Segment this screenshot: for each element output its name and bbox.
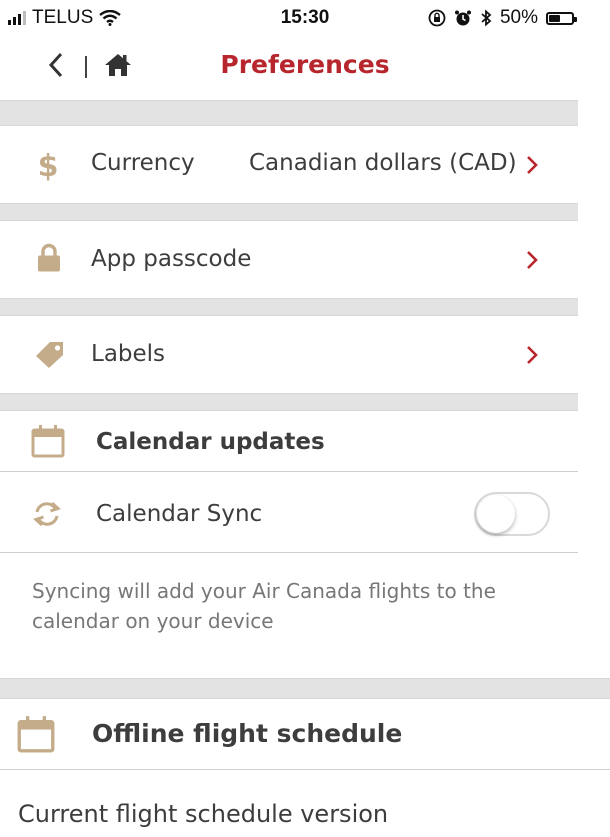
calendar-icon <box>31 425 65 458</box>
nav-bar: Preferences <box>0 36 610 100</box>
status-bar: TELUS 15:30 50% <box>0 0 610 36</box>
battery-level <box>549 14 560 22</box>
chevron-right-icon <box>527 251 538 269</box>
section-separator <box>0 100 578 126</box>
status-right: 50% <box>428 7 577 29</box>
sync-icon <box>33 501 61 527</box>
currency-label: Currency <box>91 150 195 176</box>
section-separator <box>0 678 610 699</box>
calendar-updates-header: Calendar updates <box>0 411 578 471</box>
calendar-sync-label: Calendar Sync <box>96 501 263 527</box>
section-separator <box>0 203 578 221</box>
dollar-icon: $ <box>38 149 59 182</box>
orientation-lock-icon <box>428 9 446 27</box>
chevron-right-icon <box>527 156 538 174</box>
currency-value: Canadian dollars (CAD) <box>249 150 517 176</box>
tag-icon <box>36 342 63 368</box>
schedule-version-label: Current flight schedule version <box>18 800 389 828</box>
calendar-sync-note: Syncing will add your Air Canada flights… <box>32 579 496 633</box>
toggle-knob <box>477 495 515 533</box>
calendar-sync-toggle[interactable] <box>474 492 550 536</box>
app-passcode-label: App passcode <box>91 246 252 272</box>
alarm-icon <box>454 10 471 26</box>
calendar-updates-title: Calendar updates <box>96 429 325 455</box>
labels-label: Labels <box>91 341 166 367</box>
row-divider <box>0 552 578 553</box>
row-divider <box>0 769 610 770</box>
bluetooth-icon <box>481 9 492 27</box>
page-title: Preferences <box>220 50 390 79</box>
currency-row[interactable]: $ Currency Canadian dollars (CAD) <box>0 126 578 203</box>
battery-icon <box>546 11 577 25</box>
labels-row[interactable]: Labels <box>0 316 578 393</box>
chevron-right-icon <box>527 346 538 364</box>
app-passcode-row[interactable]: App passcode <box>0 221 578 298</box>
calendar-icon <box>17 716 55 753</box>
svg-text:$: $ <box>38 149 59 182</box>
section-separator <box>0 393 578 411</box>
offline-schedule-title: Offline flight schedule <box>92 719 403 748</box>
lock-icon <box>38 243 60 272</box>
battery-percent: 50% <box>499 7 538 28</box>
section-separator <box>0 298 578 316</box>
offline-schedule-header: Offline flight schedule <box>0 699 610 769</box>
